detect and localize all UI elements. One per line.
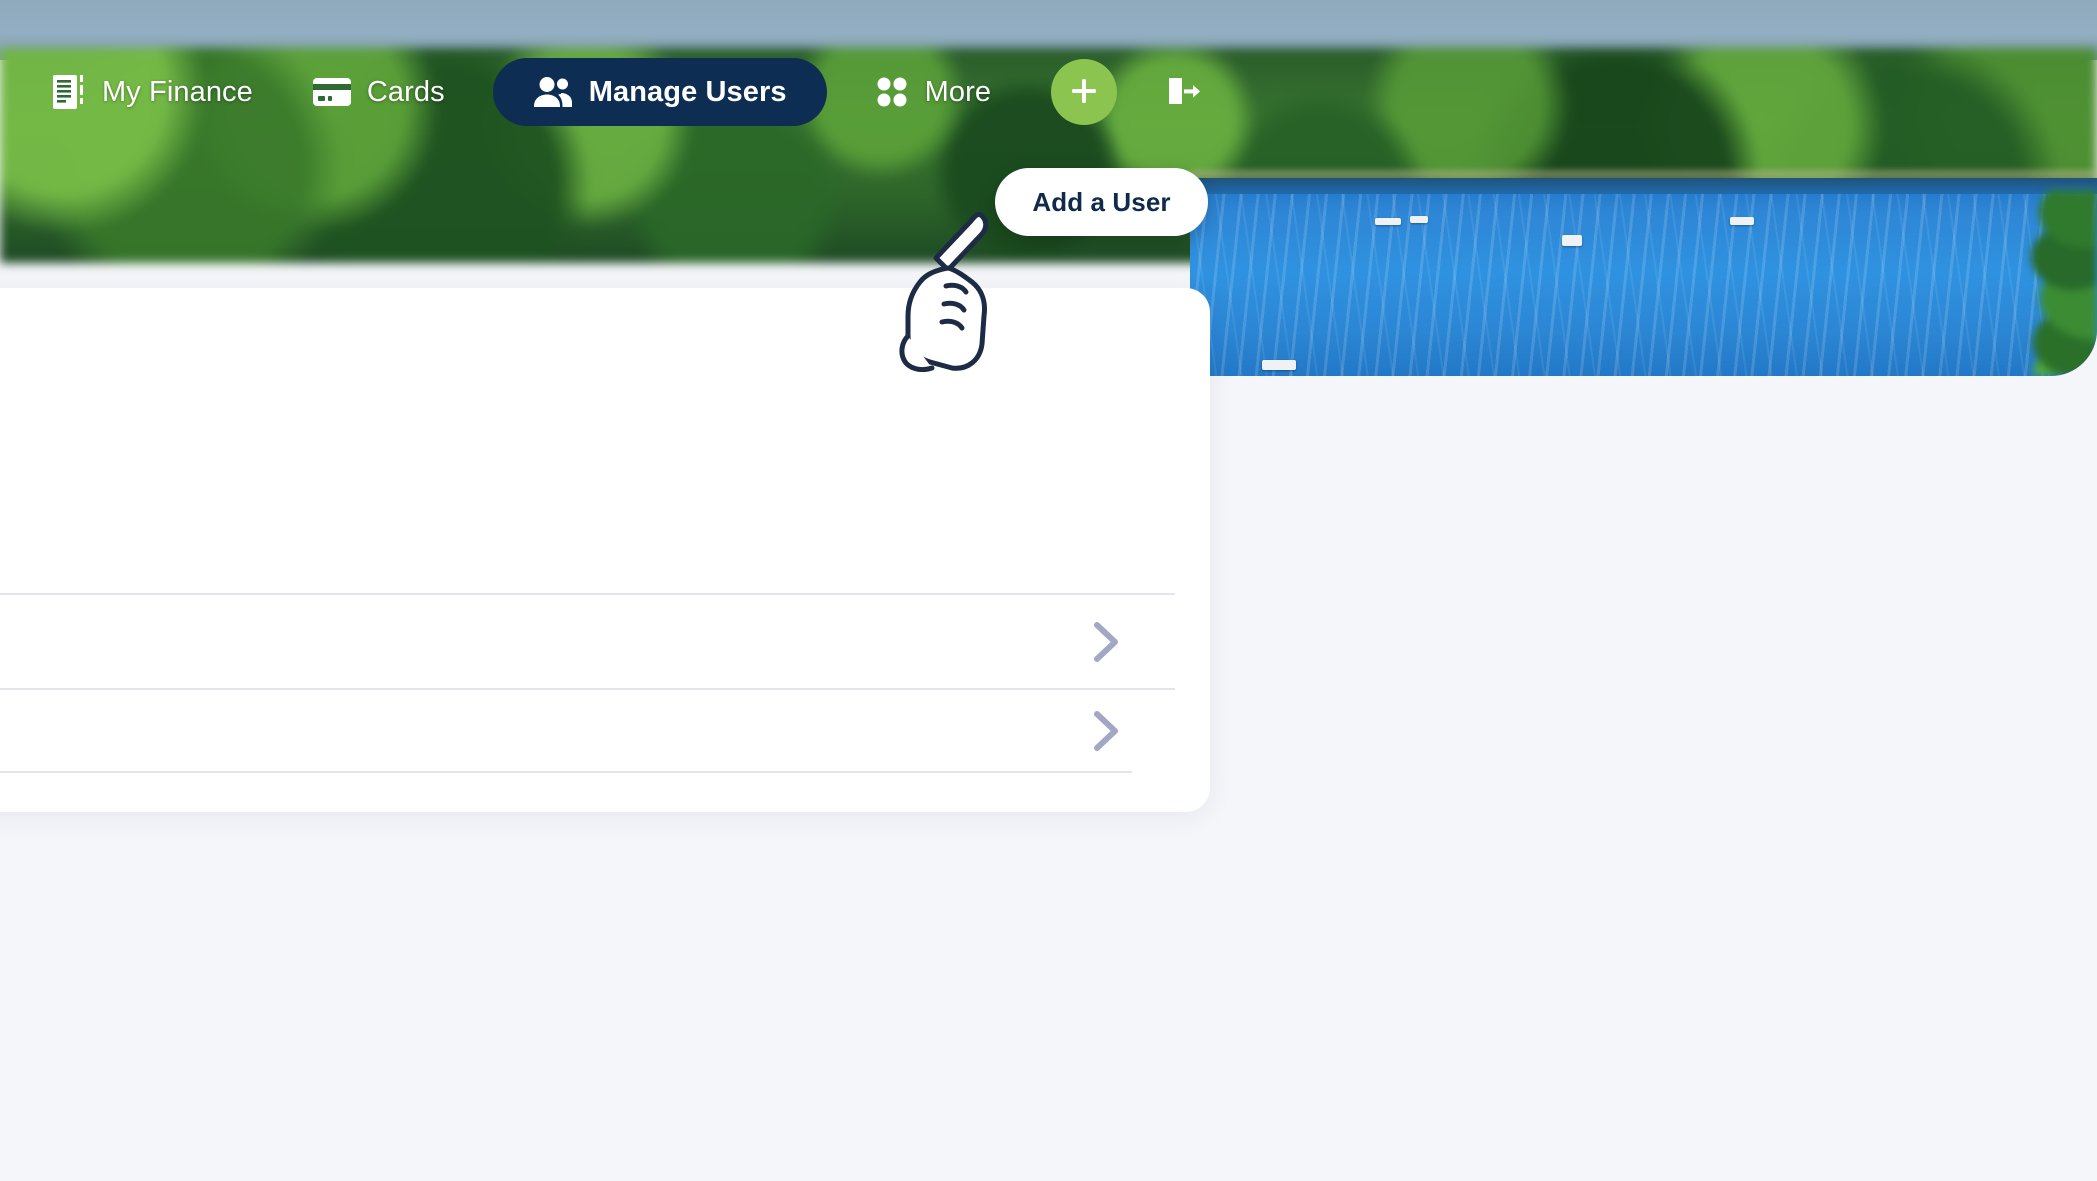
list-item[interactable]	[0, 690, 1210, 771]
add-user-tooltip: Add a User	[995, 168, 1208, 236]
logout-icon	[1165, 72, 1203, 113]
nav-item-more[interactable]: More	[845, 58, 1021, 126]
list-item[interactable]	[0, 595, 1210, 688]
plus-icon	[1068, 75, 1100, 110]
card-content-area	[0, 288, 1210, 812]
boat	[1375, 218, 1401, 225]
chevron-right-icon[interactable]	[1090, 709, 1122, 753]
document-receipt-icon	[52, 73, 86, 111]
nav-label-more: More	[924, 75, 992, 108]
nav-item-my-finance[interactable]: My Finance	[22, 58, 283, 126]
credit-card-icon	[312, 78, 351, 106]
nav-label-manage-users: Manage Users	[588, 75, 787, 108]
users-icon	[533, 76, 573, 108]
manage-users-card	[0, 288, 1210, 812]
boat	[1562, 235, 1582, 246]
hero-right-bank-foliage	[1897, 190, 2097, 376]
tooltip-label: Add a User	[1032, 186, 1171, 217]
nav-label-cards: Cards	[366, 75, 445, 108]
nav-item-manage-users[interactable]: Manage Users	[492, 58, 827, 126]
divider-bottom	[0, 771, 1132, 773]
chevron-right-icon[interactable]	[1090, 620, 1122, 664]
grid-dots-icon	[875, 75, 909, 109]
nav-item-cards[interactable]: Cards	[283, 58, 475, 126]
logout-button[interactable]	[1165, 72, 1203, 113]
top-navigation-bar: My Finance Cards Manage Users More	[0, 58, 1203, 126]
boat	[1262, 360, 1296, 370]
boat	[1730, 217, 1754, 225]
add-user-button[interactable]	[1051, 59, 1118, 125]
boat	[1410, 216, 1428, 223]
nav-label-my-finance: My Finance	[102, 75, 253, 108]
